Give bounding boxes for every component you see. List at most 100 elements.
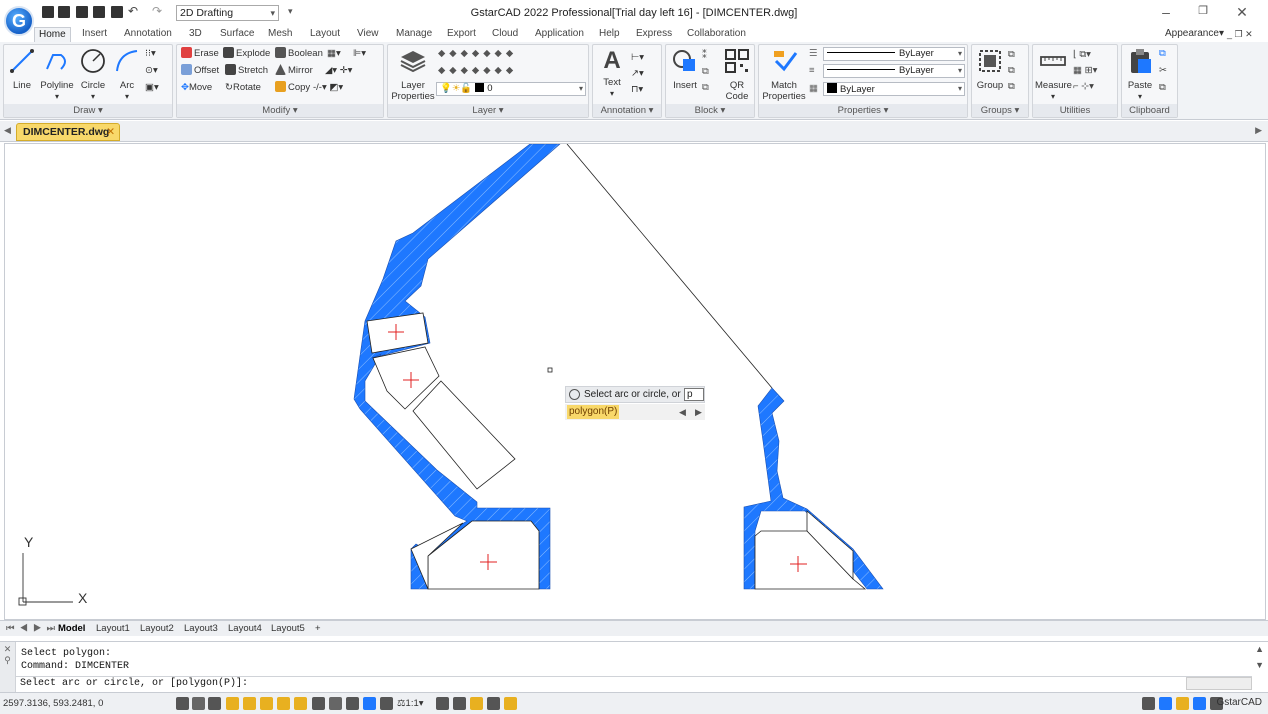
- gstar-cloud-icon[interactable]: [504, 697, 517, 710]
- measure-button[interactable]: Measure ▾: [1035, 47, 1072, 102]
- tab-3d[interactable]: 3D: [189, 27, 202, 42]
- tab-export[interactable]: Export: [447, 27, 476, 42]
- copy-base-icon[interactable]: ⧉: [1159, 81, 1166, 95]
- ducs-icon[interactable]: [277, 697, 290, 710]
- autoscale-icon[interactable]: [436, 697, 449, 710]
- hatch-icon[interactable]: ⁝⁝▾: [145, 47, 156, 61]
- measure-dropdown-icon[interactable]: ▾: [1035, 91, 1071, 102]
- polyline-dropdown-icon[interactable]: ▾: [38, 91, 76, 102]
- utility-tools-icon[interactable]: ⌊ ⧉▾ ▦ ⊞▾ ⌐ ⊹▾: [1073, 47, 1097, 92]
- clean-screen-icon[interactable]: [487, 697, 500, 710]
- block-panel-title[interactable]: Block ▾: [666, 104, 754, 117]
- layer-properties-button[interactable]: Layer Properties: [390, 47, 436, 102]
- modify-panel-title[interactable]: Modify ▾: [177, 104, 383, 117]
- command-close-icon[interactable]: ✕: [0, 644, 15, 655]
- hardware-accel-icon[interactable]: [470, 697, 483, 710]
- dyn-icon[interactable]: [294, 697, 307, 710]
- tab-cloud[interactable]: Cloud: [492, 27, 518, 42]
- prompt-prev-icon[interactable]: ◀: [679, 405, 686, 419]
- layout-nav-icons[interactable]: ⏮◀▶⏭: [6, 622, 60, 635]
- lineweight-toggle-icon[interactable]: [312, 697, 325, 710]
- snap-icon[interactable]: [176, 697, 189, 710]
- groups-panel-title[interactable]: Groups ▾: [972, 104, 1028, 117]
- minimize-icon[interactable]: –: [1156, 4, 1176, 20]
- layout-tab-layout5[interactable]: Layout5: [271, 622, 305, 635]
- draw-panel-title[interactable]: Draw ▾: [4, 104, 172, 117]
- dimension-icon[interactable]: ⊢▾: [631, 51, 644, 65]
- polyline-button[interactable]: Polyline ▾: [38, 47, 76, 102]
- annotation-panel-title[interactable]: Annotation ▾: [593, 104, 661, 117]
- osnap-icon[interactable]: [243, 697, 256, 710]
- tab-home[interactable]: Home: [34, 27, 71, 42]
- guide-line[interactable]: [566, 144, 773, 389]
- close-icon[interactable]: ✕: [1232, 4, 1252, 21]
- paste-dropdown-icon[interactable]: ▾: [1124, 91, 1156, 102]
- layer-panel-title[interactable]: Layer ▾: [388, 104, 588, 117]
- text-button[interactable]: A Text ▾: [597, 47, 627, 99]
- annotation-visibility-icon[interactable]: [380, 697, 393, 710]
- arc-button[interactable]: Arc ▾: [112, 47, 142, 102]
- tab-surface[interactable]: Surface: [220, 27, 254, 42]
- text-dropdown-icon[interactable]: ▾: [597, 88, 627, 99]
- lower-left-block[interactable]: [427, 520, 540, 590]
- circle-button[interactable]: Circle ▾: [78, 47, 108, 102]
- fillet-icon[interactable]: ◢▾ ✛▾: [325, 64, 352, 78]
- insert-block-button[interactable]: Insert: [668, 47, 702, 91]
- annotation-scale[interactable]: ⚖1:1▾: [397, 698, 424, 709]
- otrack-icon[interactable]: [260, 697, 273, 710]
- chat-icon[interactable]: [1193, 697, 1206, 710]
- tab-application[interactable]: Application: [535, 27, 584, 42]
- layout-tab-layout2[interactable]: Layout2: [140, 622, 174, 635]
- command-scroll-down-icon[interactable]: ▼: [1255, 660, 1264, 670]
- coordinates-readout[interactable]: 2597.3136, 593.2481, 0: [3, 698, 103, 709]
- layer-tools-row1-icon[interactable]: ◆◆◆◆◆◆◆: [438, 47, 517, 61]
- ribbon-minimize-icon[interactable]: _ ❐ ✕: [1227, 27, 1253, 42]
- ortho-icon[interactable]: [208, 697, 221, 710]
- properties-panel-title[interactable]: Properties ▾: [759, 104, 967, 117]
- selection-cycling-icon[interactable]: [346, 697, 359, 710]
- table-icon[interactable]: ⊓▾: [631, 83, 643, 97]
- array-icon[interactable]: ▦▾: [327, 47, 341, 61]
- layout-tab-model[interactable]: Model: [58, 622, 85, 635]
- boolean-button[interactable]: Boolean: [275, 47, 323, 61]
- grid-icon[interactable]: [192, 697, 205, 710]
- block-attr-icon[interactable]: ⧉: [702, 65, 709, 79]
- tab-scroll-left-icon[interactable]: ◀: [4, 125, 11, 136]
- offset-button[interactable]: Offset: [181, 64, 219, 78]
- group-button[interactable]: Group: [974, 47, 1006, 91]
- mirror-button[interactable]: Mirror: [275, 64, 313, 78]
- bulb-icon[interactable]: [1176, 697, 1189, 710]
- color-select[interactable]: ByLayer: [823, 82, 965, 96]
- layer-select[interactable]: 💡☀🔓 0: [436, 82, 586, 96]
- cut-icon[interactable]: ✂: [1159, 64, 1167, 78]
- workspace-switch-icon[interactable]: [453, 697, 466, 710]
- command-window-handle[interactable]: ✕ ⚲: [0, 642, 16, 692]
- copy-button[interactable]: Copy: [275, 81, 310, 95]
- match-properties-button[interactable]: Match Properties: [761, 47, 807, 102]
- command-hscroll[interactable]: [1186, 677, 1252, 690]
- tab-express[interactable]: Express: [636, 27, 672, 42]
- tab-view[interactable]: View: [357, 27, 379, 42]
- tab-layout[interactable]: Layout: [310, 27, 340, 42]
- explode-button[interactable]: Explode: [223, 47, 270, 61]
- trim-icon[interactable]: -/-▾ ◩▾: [313, 81, 343, 95]
- tab-collaboration[interactable]: Collaboration: [687, 27, 746, 42]
- polar-icon[interactable]: [226, 697, 239, 710]
- restore-icon[interactable]: ❐: [1193, 4, 1213, 17]
- paste-button[interactable]: Paste ▾: [1124, 47, 1156, 102]
- command-input[interactable]: Select arc or circle, or [polygon(P)]:: [16, 676, 1252, 691]
- drawing-canvas[interactable]: Y X Select arc or circle, or p polygon(P…: [4, 143, 1266, 620]
- group-tools-icon[interactable]: ⧉ ⧉ ⧉: [1008, 47, 1015, 92]
- app-logo[interactable]: G: [4, 6, 34, 36]
- arc-dropdown-icon[interactable]: ▾: [112, 91, 142, 102]
- lineweight-select[interactable]: ByLayer: [823, 64, 965, 78]
- qr-code-button[interactable]: QR Code: [720, 47, 754, 102]
- polygon-option[interactable]: polygon(P): [567, 405, 620, 419]
- stretch-button[interactable]: Stretch: [225, 64, 268, 78]
- move-button[interactable]: ✥Move: [181, 81, 212, 95]
- point-icon[interactable]: ⊙▾: [145, 64, 158, 78]
- erase-button[interactable]: Erase: [181, 47, 219, 61]
- layout-tab-layout4[interactable]: Layout4: [228, 622, 262, 635]
- linetype-select[interactable]: ByLayer: [823, 47, 965, 61]
- document-tab[interactable]: DIMCENTER.dwg ✕: [16, 123, 120, 141]
